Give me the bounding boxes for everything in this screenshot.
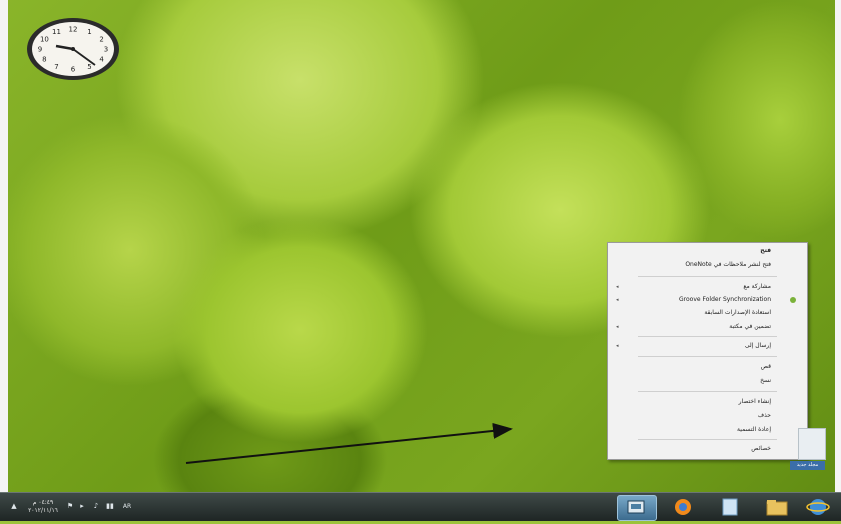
context-menu-item[interactable]: فتح: [616, 246, 771, 256]
context-menu-item-label: خصائص: [751, 445, 771, 452]
submenu-arrow-icon: ◂: [616, 284, 619, 290]
context-menu-item[interactable]: إنشاء اختصار: [616, 397, 771, 407]
system-tray: ▲ ٠٤:٤٩ م ٢٠١٢/١١/١٦ ⚑ ▸ ♪ ▮▮ AR: [8, 497, 158, 517]
context-menu-item[interactable]: Groove Folder Synchronization ◂: [616, 295, 796, 305]
taskbar-button-presentation[interactable]: [617, 495, 657, 521]
menu-separator: [638, 391, 777, 392]
taskbar: ▲ ٠٤:٤٩ م ٢٠١٢/١١/١٦ ⚑ ▸ ♪ ▮▮ AR: [0, 492, 841, 521]
context-menu-item[interactable]: نسخ: [616, 376, 771, 386]
context-menu-item[interactable]: إرسال إلى ◂: [616, 341, 771, 351]
context-menu-item-label: فتح: [760, 247, 771, 254]
tray-date: ٢٠١٢/١١/١٦: [28, 507, 58, 514]
context-menu-item[interactable]: خصائص: [616, 444, 771, 454]
context-menu-item-label: فتح لنشر ملاحظات في OneNote: [685, 261, 771, 268]
desktop-file-icon[interactable]: مجلد جديد: [790, 428, 826, 470]
context-menu-item-label: Groove Folder Synchronization: [679, 296, 771, 303]
submenu-arrow-icon: ◂: [616, 297, 619, 303]
menu-separator: [638, 356, 777, 357]
context-menu-item[interactable]: مشاركة مع ◂: [616, 282, 771, 292]
taskbar-button-media-player[interactable]: [664, 495, 702, 519]
volume-icon[interactable]: ♪: [92, 502, 100, 511]
menu-separator: [638, 276, 777, 277]
context-menu-item[interactable]: فتح لنشر ملاحظات في OneNote: [616, 260, 771, 270]
context-menu-item-label: حذف: [757, 412, 771, 419]
context-menu-item-label: مشاركة مع: [743, 283, 771, 290]
context-menu-item-label: تضمين في مكتبة: [729, 323, 771, 330]
taskbar-button-internet-explorer[interactable]: [800, 495, 836, 519]
taskbar-button-explorer[interactable]: [758, 495, 796, 519]
context-menu-item-label: إعادة التسمية: [737, 426, 771, 433]
tray-clock[interactable]: ٠٤:٤٩ م ٢٠١٢/١١/١٦: [28, 499, 58, 515]
context-menu-item[interactable]: تضمين في مكتبة ◂: [616, 322, 771, 332]
groove-icon: [789, 296, 797, 304]
context-menu-item[interactable]: حذف: [616, 411, 771, 421]
language-indicator[interactable]: AR: [120, 502, 134, 511]
context-menu-item[interactable]: قص: [616, 362, 771, 372]
context-menu-item-label: قص: [760, 363, 771, 370]
menu-separator: [638, 336, 777, 337]
file-icon: [798, 428, 826, 460]
context-menu-item-label: إرسال إلى: [744, 342, 771, 349]
context-menu-item[interactable]: استعادة الإصدارات السابقة: [616, 308, 771, 318]
taskbar-button-document[interactable]: [711, 495, 749, 519]
context-menu-item-label: إنشاء اختصار: [738, 398, 771, 405]
submenu-arrow-icon: ◂: [616, 324, 619, 330]
desktop-file-label: مجلد جديد: [790, 461, 825, 470]
context-menu-item-label: نسخ: [760, 377, 771, 384]
tray-time: ٠٤:٤٩ م: [32, 499, 54, 506]
context-menu-item-label: استعادة الإصدارات السابقة: [704, 309, 771, 316]
menu-separator: [638, 439, 777, 440]
flag-icon[interactable]: ⚑: [66, 502, 74, 511]
context-menu: فتح فتح لنشر ملاحظات في OneNote مشاركة مع ◂…: [607, 242, 808, 460]
show-hidden-icons-icon[interactable]: ▲: [10, 502, 18, 511]
network-icon[interactable]: ▮▮: [104, 502, 116, 511]
context-menu-item[interactable]: إعادة التسمية: [616, 425, 771, 435]
arrow-icon[interactable]: ▸: [78, 502, 86, 511]
submenu-arrow-icon: ◂: [616, 343, 619, 349]
